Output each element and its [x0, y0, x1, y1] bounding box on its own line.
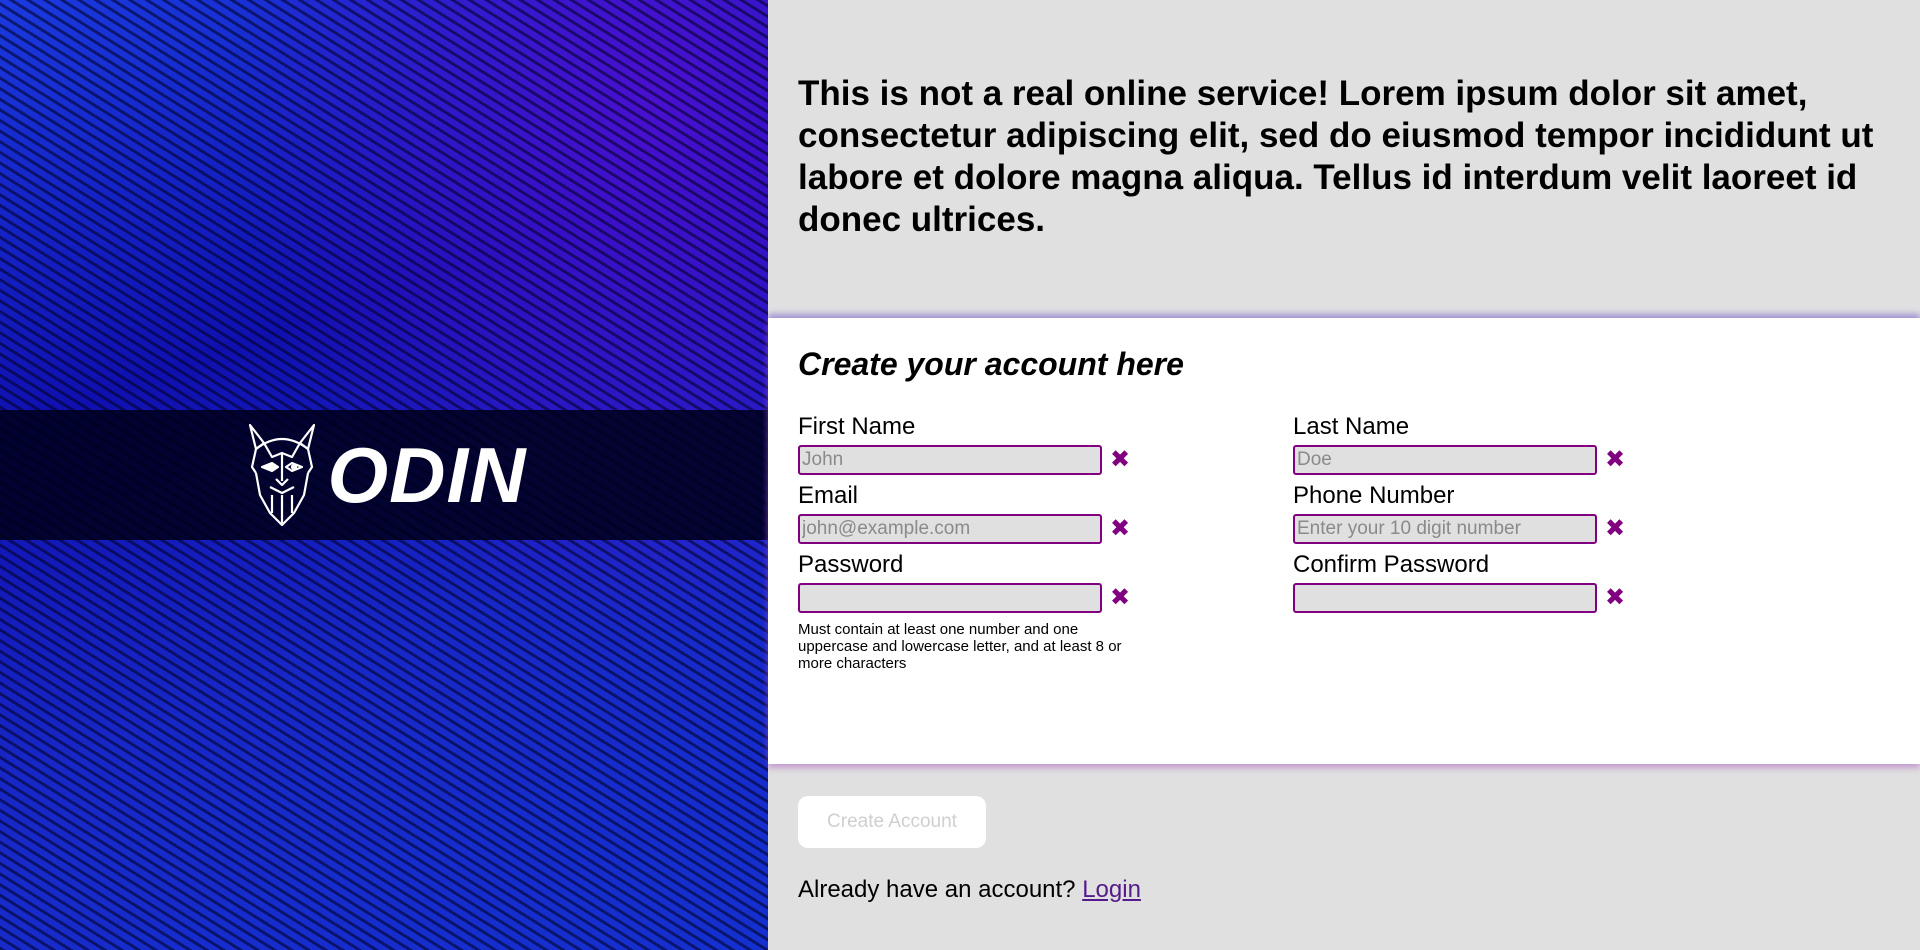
form-fields-grid: First Name ✖ Last Name ✖ Email	[798, 413, 1890, 672]
email-field: Email ✖	[798, 482, 1293, 544]
login-prompt-text: Already have an account?	[798, 876, 1076, 903]
first-name-label: First Name	[798, 413, 916, 440]
password-label: Password	[798, 551, 904, 578]
confirm-password-field: Confirm Password ✖	[1293, 551, 1788, 672]
email-input-row: ✖	[798, 514, 1293, 544]
confirm-password-label: Confirm Password	[1293, 551, 1490, 578]
password-input-row: ✖	[798, 583, 1293, 613]
signup-form: Create your account here First Name ✖ La…	[768, 318, 1920, 764]
email-input[interactable]	[798, 514, 1102, 544]
signup-panel: This is not a real online service! Lorem…	[768, 0, 1920, 950]
phone-field: Phone Number ✖	[1293, 482, 1788, 544]
form-footer: Create Account Already have an account? …	[768, 764, 1920, 950]
signup-page: ODIN This is not a real online service! …	[0, 0, 1920, 950]
invalid-icon: ✖	[1110, 515, 1131, 542]
viking-helmet-icon	[248, 423, 315, 527]
phone-label: Phone Number	[1293, 482, 1455, 509]
login-prompt-line: Already have an account? Login	[798, 876, 1890, 904]
password-field: Password ✖ Must contain at least one num…	[798, 551, 1293, 672]
brand-name: ODIN	[327, 430, 527, 519]
first-name-input-row: ✖	[798, 445, 1293, 475]
confirm-password-input-row: ✖	[1293, 583, 1788, 613]
last-name-field: Last Name ✖	[1293, 413, 1788, 475]
email-label: Email	[798, 482, 859, 509]
last-name-label: Last Name	[1293, 413, 1410, 440]
password-hint: Must contain at least one number and one…	[798, 621, 1122, 672]
invalid-icon: ✖	[1110, 446, 1131, 473]
phone-input-row: ✖	[1293, 514, 1788, 544]
invalid-icon: ✖	[1605, 446, 1626, 473]
phone-input[interactable]	[1293, 514, 1597, 544]
form-heading: Create your account here	[798, 346, 1184, 382]
last-name-input[interactable]	[1293, 445, 1597, 475]
password-input[interactable]	[798, 583, 1102, 613]
invalid-icon: ✖	[1605, 584, 1626, 611]
invalid-icon: ✖	[1605, 515, 1626, 542]
first-name-input[interactable]	[798, 445, 1102, 475]
create-account-button[interactable]: Create Account	[798, 796, 986, 848]
login-link[interactable]: Login	[1082, 876, 1141, 903]
first-name-field: First Name ✖	[798, 413, 1293, 475]
last-name-input-row: ✖	[1293, 445, 1788, 475]
invalid-icon: ✖	[1110, 584, 1131, 611]
logo-band: ODIN	[0, 410, 768, 540]
confirm-password-input[interactable]	[1293, 583, 1597, 613]
hero-background: ODIN	[0, 0, 768, 950]
intro-text: This is not a real online service! Lorem…	[798, 74, 1874, 239]
intro-section: This is not a real online service! Lorem…	[768, 0, 1920, 318]
